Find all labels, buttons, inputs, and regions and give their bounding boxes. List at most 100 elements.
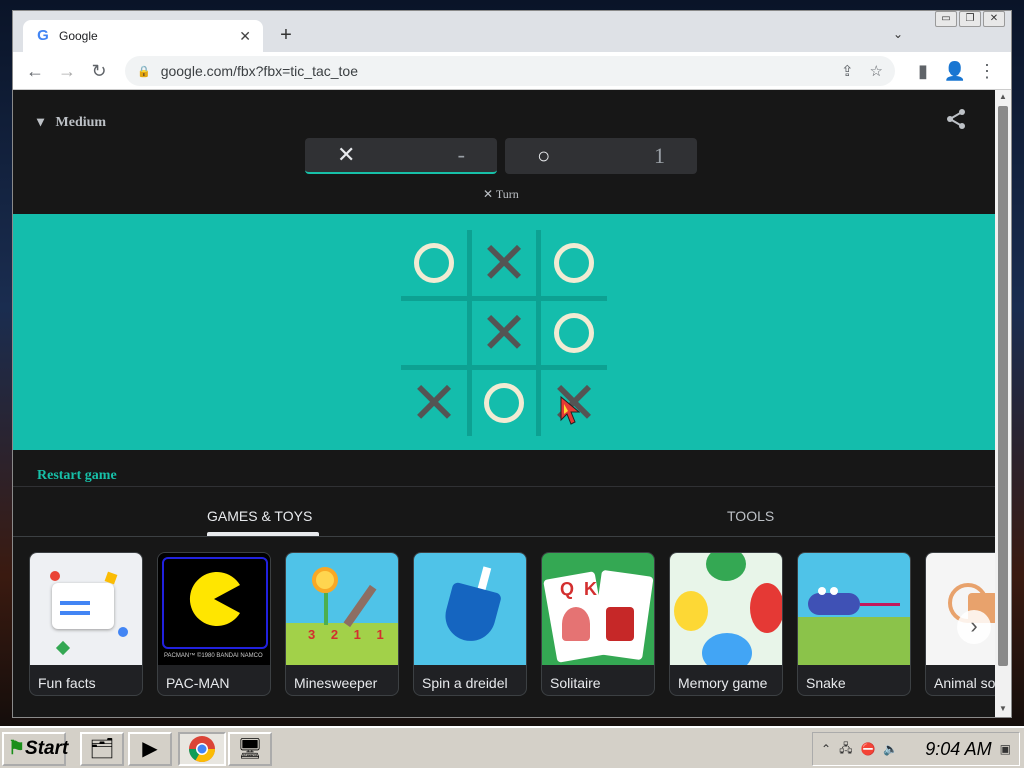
board-cell[interactable] <box>541 300 607 366</box>
score-x-value: - <box>457 142 465 167</box>
card-fun-facts[interactable]: Fun facts <box>29 552 143 696</box>
window-controls: ▭ ❐ ✕ <box>935 11 1005 27</box>
back-icon[interactable]: ← <box>21 57 49 85</box>
solitaire-thumbnail: Q K <box>542 553 654 665</box>
network-icon[interactable]: 🖧 <box>839 739 852 760</box>
x-mark-icon: ✕ <box>479 299 529 367</box>
file-explorer-icon[interactable]: 🗂 <box>80 732 124 766</box>
tab-search-icon[interactable]: ⌄ <box>893 27 903 41</box>
board-area: ✕ ✕ ✕ ✕ <box>13 214 995 450</box>
taskbar: ⚑Start 🗂 ▶ 🖥 ⌃ 🖧 ⛔ 🔈 9:04 AM ▣ <box>0 726 1024 768</box>
desktop-icon[interactable]: ▣ <box>1000 742 1011 756</box>
pacman-copyright: PACMAN™ ©1980 BANDAI NAMCO <box>164 653 263 659</box>
close-window-button[interactable]: ✕ <box>983 11 1005 27</box>
maximize-button[interactable]: ❐ <box>959 11 981 27</box>
browser-tab[interactable]: G Google ✕ <box>23 20 263 52</box>
x-mark-icon: ✕ <box>409 369 459 437</box>
browser-toolbar: ← → ↻ 🔒 google.com/fbx?fbx=tic_tac_toe ⇪… <box>13 52 1011 90</box>
turn-label: Turn <box>495 187 519 201</box>
playing-cards-text: Q K <box>560 579 598 599</box>
volume-icon[interactable]: 🔈 <box>883 742 898 756</box>
new-tab-button[interactable]: + <box>275 25 297 47</box>
o-mark-icon <box>484 383 524 423</box>
card-label: Spin a dreidel <box>422 675 508 691</box>
board-cell[interactable] <box>471 370 537 436</box>
difficulty-selector[interactable]: ▾ Medium <box>37 114 106 131</box>
scroll-up-icon[interactable]: ▲ <box>999 92 1007 101</box>
memory-game-thumbnail <box>670 553 782 665</box>
divider <box>13 486 995 487</box>
share-page-icon[interactable]: ⇪ <box>841 62 854 80</box>
score-o: ○ 1 <box>505 138 697 174</box>
address-bar[interactable]: 🔒 google.com/fbx?fbx=tic_tac_toe ⇪ ☆ <box>125 56 895 86</box>
o-mark-icon: ○ <box>537 143 551 168</box>
games-carousel: Fun facts PACMAN™ ©1980 BANDAI NAMCO PAC… <box>29 552 995 698</box>
card-label: Snake <box>806 675 846 691</box>
lock-icon[interactable]: 🔒 <box>137 65 151 78</box>
forward-icon[interactable]: → <box>53 57 81 85</box>
card-label: Fun facts <box>38 675 96 691</box>
vertical-scrollbar[interactable]: ▲ ▼ <box>995 90 1011 717</box>
bookmark-star-icon[interactable]: ☆ <box>870 62 883 80</box>
o-mark-icon <box>414 243 454 283</box>
fun-facts-thumbnail <box>30 553 142 665</box>
dreidel-thumbnail <box>414 553 526 665</box>
tray-expand-icon[interactable]: ⌃ <box>821 742 831 756</box>
board-cell[interactable] <box>401 230 467 296</box>
card-label: Minesweeper <box>294 675 378 691</box>
x-mark-icon: ✕ <box>337 142 356 167</box>
side-panel-icon[interactable]: ▮ <box>909 57 937 85</box>
animal-sounds-thumbnail <box>926 553 995 665</box>
board-cell[interactable]: ✕ <box>401 370 467 436</box>
minimize-button[interactable]: ▭ <box>935 11 957 27</box>
chrome-taskbar-icon[interactable] <box>178 732 226 766</box>
card-memory-game[interactable]: Memory game <box>669 552 783 696</box>
tab-close-icon[interactable]: ✕ <box>239 28 251 45</box>
share-icon[interactable] <box>945 108 967 136</box>
scroll-thumb[interactable] <box>998 106 1008 666</box>
network-app-icon[interactable]: 🖥 <box>228 732 272 766</box>
card-spin-a-dreidel[interactable]: Spin a dreidel <box>413 552 527 696</box>
chrome-menu-icon[interactable]: ⋮ <box>973 57 1001 85</box>
card-snake[interactable]: Snake <box>797 552 911 696</box>
page-content: ▾ Medium ✕ - ○ 1 ✕ Turn ✕ ✕ ✕ ✕ Restart … <box>13 90 995 717</box>
windows-flag-icon: ⚑ <box>8 738 26 759</box>
tab-tools[interactable]: TOOLS <box>727 508 774 524</box>
media-player-icon[interactable]: ▶ <box>128 732 172 766</box>
board-cell[interactable] <box>541 230 607 296</box>
board-cell[interactable]: ✕ <box>471 230 537 296</box>
pacman-thumbnail: PACMAN™ ©1980 BANDAI NAMCO <box>158 553 270 665</box>
minesweeper-thumbnail: 3 2 1 1 <box>286 553 398 665</box>
board-cell[interactable] <box>401 300 467 366</box>
x-mark-icon: ✕ <box>479 229 529 297</box>
board-cell[interactable]: ✕ <box>471 300 537 366</box>
scroll-down-icon[interactable]: ▼ <box>999 704 1007 713</box>
card-label: Animal sounds <box>934 675 995 691</box>
minesweeper-numbers: 3 2 1 1 <box>308 627 390 642</box>
reload-icon[interactable]: ↻ <box>85 57 113 85</box>
card-pac-man[interactable]: PACMAN™ ©1980 BANDAI NAMCO PAC-MAN <box>157 552 271 696</box>
carousel-next-icon[interactable]: › <box>957 610 991 644</box>
score-o-value: 1 <box>654 143 665 168</box>
category-tabs: GAMES & TOYS TOOLS <box>13 504 995 536</box>
restart-game-button[interactable]: Restart game <box>37 468 117 484</box>
card-label: PAC-MAN <box>166 675 230 691</box>
profile-avatar-icon[interactable]: 👤 <box>941 57 969 85</box>
clock: 9:04 AM <box>925 738 992 759</box>
url-text[interactable]: google.com/fbx?fbx=tic_tac_toe <box>161 63 825 79</box>
security-icon[interactable]: ⛔ <box>860 742 875 756</box>
card-label: Memory game <box>678 675 768 691</box>
score-x: ✕ - <box>305 138 497 174</box>
system-tray: ⌃ 🖧 ⛔ 🔈 9:04 AM ▣ <box>812 732 1020 766</box>
card-solitaire[interactable]: Q K Solitaire <box>541 552 655 696</box>
o-mark-icon <box>554 313 594 353</box>
turn-x-icon: ✕ <box>483 187 494 201</box>
pacman-icon <box>189 572 240 626</box>
card-minesweeper[interactable]: 3 2 1 1 Minesweeper <box>285 552 399 696</box>
difficulty-label: Medium <box>55 115 107 130</box>
caret-down-icon: ▾ <box>37 115 45 130</box>
tab-title: Google <box>59 29 98 43</box>
tab-games-toys[interactable]: GAMES & TOYS <box>207 508 312 524</box>
mouse-cursor-icon <box>560 396 580 425</box>
start-button[interactable]: ⚑Start <box>2 732 68 766</box>
